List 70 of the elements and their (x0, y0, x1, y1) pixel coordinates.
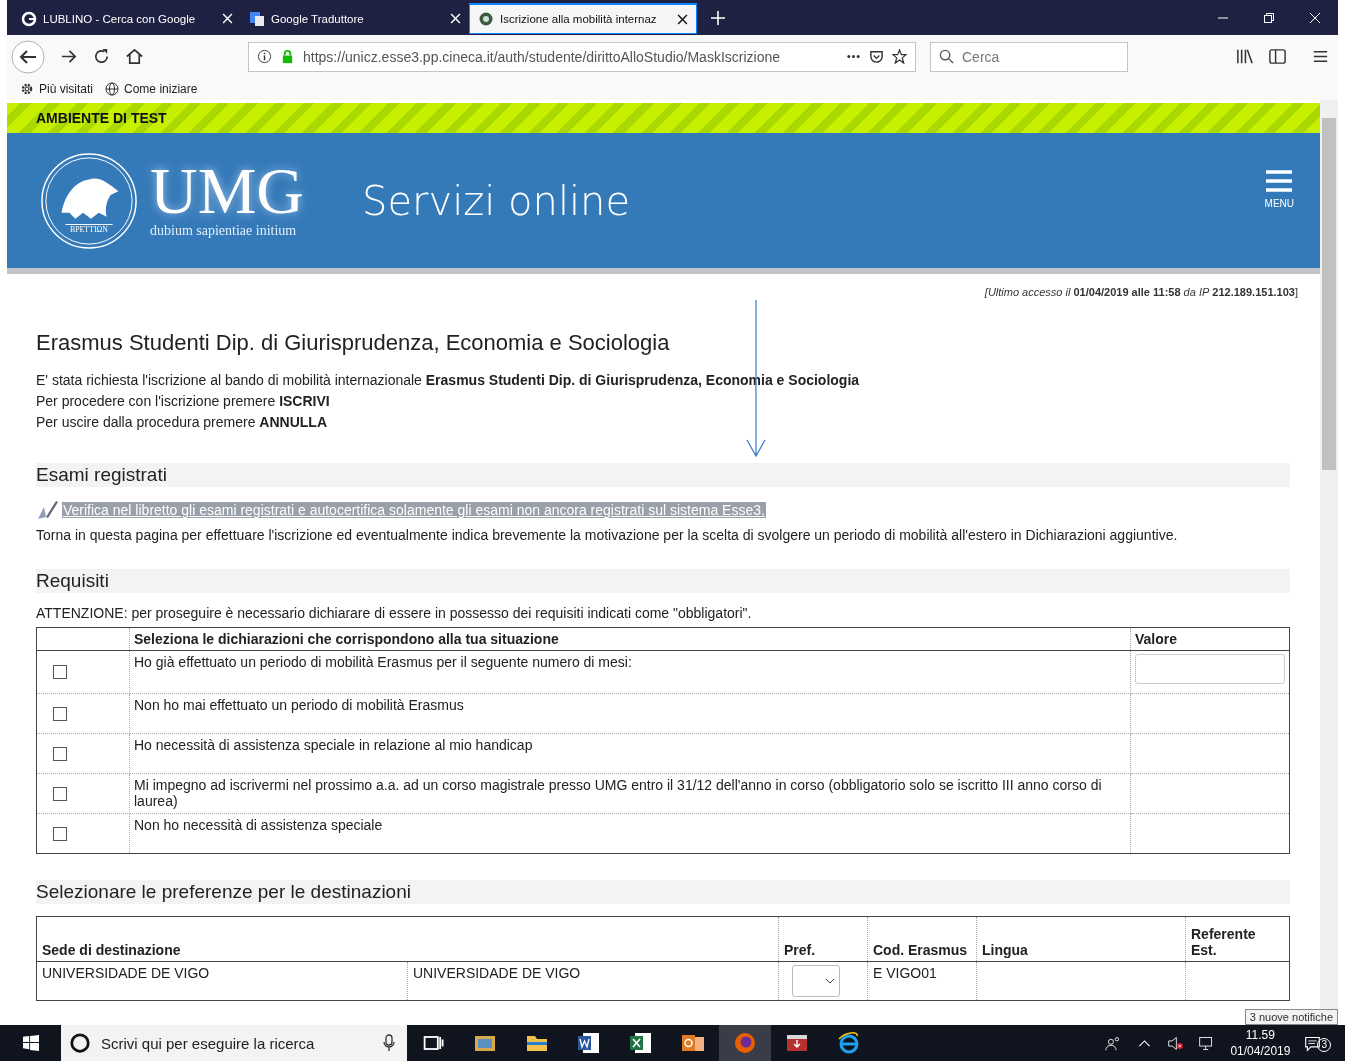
column-header: Seleziona le dichiarazioni che corrispondono alla tua situazione (129, 627, 1131, 651)
university-seal-drawing: ΒΡΕΤΤΙΩΝ (40, 151, 138, 250)
taskbar-search-field[interactable]: Scrivi qui per eseguire la ricerca (61, 1025, 407, 1061)
page-heading: Erasmus Studenti Dip. di Giurisprudenza, Economia e Sociologia (36, 330, 671, 356)
browser-tab[interactable]: Google Traduttore (241, 3, 469, 34)
pocket-icon[interactable] (869, 49, 884, 64)
volume-muted-icon[interactable] (1167, 1034, 1185, 1052)
microphone-icon[interactable] (383, 1034, 395, 1052)
intro-text: E' stata richiesta l'iscrizione al bando di mobilità internazionale Erasmus Studenti Dip. di Giurisprudenza, Economia e Sociologia (36, 371, 861, 390)
menu-icon (1266, 170, 1293, 192)
last-access-info: [Ultimo accesso il 01/04/2019 alle 11:58 da IP 212.189.151.103] (983, 286, 1298, 298)
checkbox[interactable] (53, 706, 67, 721)
gear-icon (20, 82, 34, 96)
menu-button[interactable]: MENU (1264, 170, 1294, 209)
column-header: Lingua (976, 916, 1186, 962)
word-icon[interactable] (577, 1031, 601, 1055)
message-icon (1304, 1034, 1322, 1052)
column-header: Cod. Erasmus (867, 916, 977, 962)
notification-tooltip: 3 nuove notifiche (1244, 1009, 1338, 1025)
star-icon[interactable] (892, 49, 907, 64)
excel-icon[interactable] (629, 1031, 653, 1055)
reload-icon[interactable] (92, 47, 111, 66)
bookmark-link[interactable]: Come iniziare (105, 82, 198, 96)
column-header: Pref. (778, 916, 868, 962)
info-icon (257, 49, 272, 64)
section-heading: Esami registrati (36, 463, 1290, 487)
logo-wordmark: UMG (150, 158, 304, 223)
logo-motto: dubium sapientiae initium (150, 222, 298, 239)
checkbox[interactable] (53, 746, 67, 761)
checkbox[interactable] (53, 665, 67, 679)
cortana-icon (69, 1032, 91, 1054)
caret-icon (825, 978, 835, 984)
close-icon[interactable] (677, 13, 688, 25)
back-icon[interactable] (11, 39, 45, 74)
taskbar-app[interactable] (719, 1025, 771, 1061)
intro-text: Per uscire dalla procedura premere ANNULLA (36, 413, 328, 432)
column-header: Sede di destinazione (36, 916, 779, 962)
google-icon (21, 10, 37, 27)
sidebar-icon[interactable] (1268, 47, 1287, 66)
input-field[interactable] (1135, 654, 1285, 684)
table-cell: Ho necessità di assistenza speciale in relazione al mio handicap (129, 733, 1131, 774)
lock-icon (280, 49, 295, 64)
table-cell: Ho già effettuato un periodo di mobilità Erasmus per il seguente numero di mesi: (129, 650, 1131, 694)
bookmark-link[interactable]: Più visitati (20, 82, 94, 96)
section-heading: Requisiti (36, 569, 1290, 593)
checkbox[interactable] (53, 826, 67, 841)
exams-note: Torna in questa pagina per effettuare l'iscrizione ed eventualmente indica brevemente la motivazione per la scelta di svolgere un periodo di mobilità all'estero in Dichiarazioni aggiuntive. (36, 527, 1179, 543)
browser-tab[interactable]: LUBLINO - Cerca con Google (13, 3, 241, 34)
taskbar-clock[interactable]: 11.59 01/04/2019 (1230, 1027, 1291, 1059)
windows-start-icon[interactable] (23, 1035, 39, 1051)
browser-tab[interactable]: Iscrizione alla mobilità internaz (469, 3, 697, 34)
pen-icon (36, 499, 60, 521)
table-cell: Mi impegno ad iscrivermi nel prossimo a.a. ad un corso magistrale presso UMG entro il 31/12 dell'anno in corso (obbligatorio solo se iscritto III anno corso di laurea) (129, 773, 1131, 814)
intro-text: Per procedere con l'iscrizione premere ISCRIVI (36, 392, 331, 411)
home-icon[interactable] (125, 47, 144, 66)
requirements-note: ATTENZIONE: per proseguire è necessario dichiarare di essere in possesso dei requisiti indicati come "obbligatori". (36, 605, 753, 621)
search-icon (939, 49, 954, 64)
address-bar[interactable]: https://unicz.esse3.pp.cineca.it/auth/studente/dirittoAlloStudio/MaskIscrizione (248, 41, 916, 72)
notification-center-button[interactable]: 3 (1304, 1034, 1331, 1052)
checkbox[interactable] (53, 786, 67, 801)
table-cell: Non ho mai effettuato un periodo di mobilità Erasmus (129, 693, 1131, 734)
section-heading: Selezionare le preferenze per le destinazioni (36, 880, 1290, 904)
new-tab-icon[interactable] (711, 10, 725, 25)
site-title: Servizi online (362, 177, 631, 224)
library-icon[interactable] (1235, 47, 1254, 66)
search-field[interactable]: Cerca (930, 41, 1128, 72)
restore-icon[interactable] (1263, 11, 1275, 24)
firefox-icon (733, 1031, 757, 1055)
internet-explorer-icon[interactable] (837, 1031, 861, 1055)
test-environment-banner: AMBIENTE DI TEST (7, 103, 1320, 133)
